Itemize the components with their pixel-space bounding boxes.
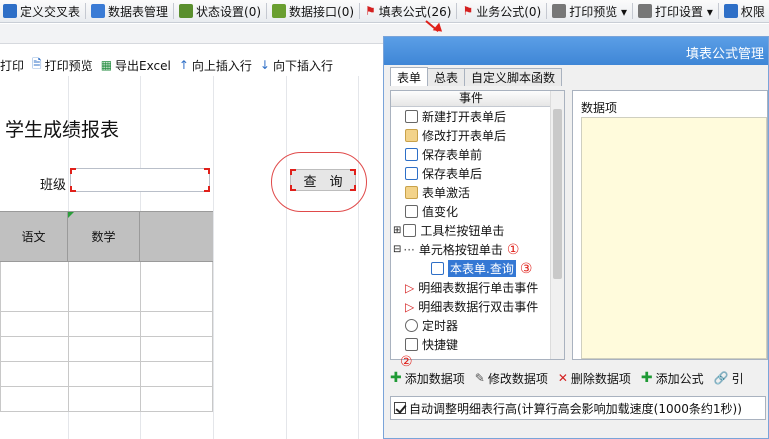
flag-icon: ⚑	[462, 4, 474, 18]
table-row[interactable]	[0, 337, 213, 362]
flag-icon: ▷	[405, 299, 415, 314]
data-item-label: 数据项	[581, 101, 618, 115]
excel-icon: ▦	[100, 58, 113, 72]
tab-form[interactable]: 表单	[390, 67, 429, 86]
column-header: 数学	[68, 212, 140, 261]
insert-row-above-button[interactable]: ↑ 向上插入行	[179, 57, 252, 74]
add-data-item-button[interactable]: ✚ 添加数据项	[390, 370, 465, 387]
tree-item[interactable]: ▷ 明细表数据行单击事件	[405, 278, 538, 297]
query-button[interactable]: 查 询	[290, 169, 356, 191]
tree-item-selected[interactable]: 本表单.查询 ③	[431, 259, 532, 278]
table-row[interactable]	[0, 312, 213, 337]
insert-row-below-button[interactable]: ↓ 向下插入行	[260, 57, 333, 74]
table-row[interactable]	[0, 387, 213, 412]
tree-item[interactable]: ▷ 明细表数据行双击事件	[405, 297, 538, 316]
dialog-tabs: 表单 总表 自定义脚本函数	[390, 67, 563, 86]
dialog-title: 填表公式管理	[685, 47, 764, 62]
plus-icon: ✚	[640, 370, 653, 386]
fill-formula-dialog: 填表公式管理 表单 总表 自定义脚本函数 事件 新建打开表单后 修改打开表单后 …	[383, 36, 769, 439]
delete-icon: ✕	[557, 371, 568, 385]
print-settings-menu[interactable]: 打印设置 ▾	[635, 0, 716, 22]
timer-icon	[405, 319, 418, 332]
table-manage-icon	[91, 4, 106, 18]
form-toolbar: 打印 🗎 打印预览 ▦ 导出Excel ↑ 向上插入行 ↓ 向下插入行	[0, 54, 383, 76]
tree-item[interactable]: 保存表单后	[405, 164, 482, 183]
print-preview-icon: 🗎	[32, 56, 42, 71]
tree-scrollbar[interactable]	[550, 91, 564, 359]
table-row[interactable]	[0, 362, 213, 387]
data-item-panel: 数据项	[572, 90, 768, 360]
auto-row-height-option[interactable]: 自动调整明细表行高(计算行高会影响加载速度(1000条约1秒))	[390, 396, 766, 420]
score-table-header: 语文 数学	[0, 211, 213, 262]
edit-data-item-button[interactable]: ✎ 修改数据项	[475, 370, 548, 387]
event-tree-header: 事件	[391, 91, 551, 107]
data-interface-icon	[272, 4, 287, 18]
define-crosstab-button[interactable]: 定义交叉表	[0, 0, 83, 22]
main-toolbar: 定义交叉表 数据表管理 状态设置(0) 数据接口(0) ⚑ 填表公式(26) ⚑ 业…	[0, 0, 769, 23]
edit-icon: ✎	[474, 371, 485, 385]
tree-item[interactable]: 表单激活	[405, 183, 470, 202]
tree-item[interactable]: 修改打开表单后	[405, 126, 506, 145]
tree-item[interactable]: 快捷键	[405, 335, 458, 354]
scrollbar-thumb[interactable]	[553, 109, 562, 279]
insert-up-icon: ↑	[178, 58, 189, 72]
link-icon: 🔗	[713, 371, 729, 385]
insert-down-icon: ↓	[259, 58, 270, 72]
tree-item[interactable]: ⊟ ··· 单元格按钮单击 ①	[393, 240, 519, 259]
data-item-area[interactable]	[581, 117, 767, 359]
tab-summary[interactable]: 总表	[427, 68, 466, 86]
script-icon	[431, 262, 444, 275]
save-icon	[405, 167, 418, 180]
print-settings-icon	[638, 4, 653, 18]
export-excel-button[interactable]: ▦ 导出Excel	[101, 57, 171, 74]
report-title: 学生成绩报表	[5, 119, 120, 141]
expand-icon: ⊞	[393, 225, 402, 236]
permission-icon	[723, 4, 738, 18]
class-input[interactable]	[70, 168, 210, 192]
auto-row-height-label: 自动调整明细表行高(计算行高会影响加载速度(1000条约1秒))	[409, 401, 742, 416]
business-formula-button[interactable]: ⚑ 业务公式(0)	[459, 0, 544, 22]
data-interface-button[interactable]: 数据接口(0)	[269, 0, 357, 22]
permission-button[interactable]: 权限	[721, 0, 768, 22]
shortcut-icon	[405, 338, 418, 351]
tree-item[interactable]: 新建打开表单后	[405, 107, 506, 126]
add-formula-button[interactable]: ✚ 添加公式	[641, 370, 704, 387]
folder-icon	[405, 186, 418, 199]
form-sheet: 学生成绩报表 班级 查 询 语文 数学	[0, 76, 383, 439]
print-preview-icon	[552, 4, 567, 18]
flag-icon: ⚑	[365, 4, 376, 18]
status-settings-button[interactable]: 状态设置(0)	[176, 0, 264, 22]
tab-custom-script[interactable]: 自定义脚本函数	[464, 68, 563, 86]
fill-formula-button[interactable]: ⚑ 填表公式(26)	[362, 0, 454, 22]
delete-data-item-button[interactable]: ✕ 删除数据项	[558, 370, 631, 387]
class-label: 班级	[40, 178, 67, 193]
auto-row-height-checkbox[interactable]	[394, 402, 406, 414]
dialog-titlebar[interactable]: 填表公式管理	[384, 37, 768, 65]
user-icon	[405, 110, 418, 123]
reference-button[interactable]: 🔗 引	[714, 370, 744, 387]
event-tree: 事件 新建打开表单后 修改打开表单后 保存表单前 保存表单后 表单激活 值变化 …	[390, 90, 565, 360]
crosstab-icon	[3, 4, 17, 18]
plus-icon: ✚	[390, 370, 402, 386]
print-preview-button[interactable]: 🗎 打印预览	[32, 55, 93, 76]
collapse-icon: ⊟	[393, 244, 402, 255]
toolbar-button-icon	[403, 224, 417, 237]
folder-icon	[405, 129, 418, 142]
print-button[interactable]: 打印	[0, 57, 24, 74]
column-header	[140, 212, 213, 261]
status-icon	[179, 4, 194, 18]
print-preview-menu[interactable]: 打印预览 ▾	[549, 0, 630, 22]
table-row[interactable]	[0, 287, 213, 312]
tree-item[interactable]: 值变化	[405, 202, 458, 221]
table-manage-button[interactable]: 数据表管理	[88, 0, 171, 22]
tree-item[interactable]: 定时器	[405, 316, 458, 335]
save-icon	[405, 148, 418, 161]
flag-icon: ▷	[405, 280, 415, 295]
tree-item[interactable]: 保存表单前	[405, 145, 482, 164]
tree-item[interactable]: ⊞ 工具栏按钮单击	[393, 221, 504, 240]
value-change-icon	[405, 205, 418, 218]
data-item-actions: ✚ 添加数据项 ✎ 修改数据项 ✕ 删除数据项 ✚ 添加公式 🔗 引	[390, 367, 769, 389]
column-header: 语文	[0, 212, 68, 261]
